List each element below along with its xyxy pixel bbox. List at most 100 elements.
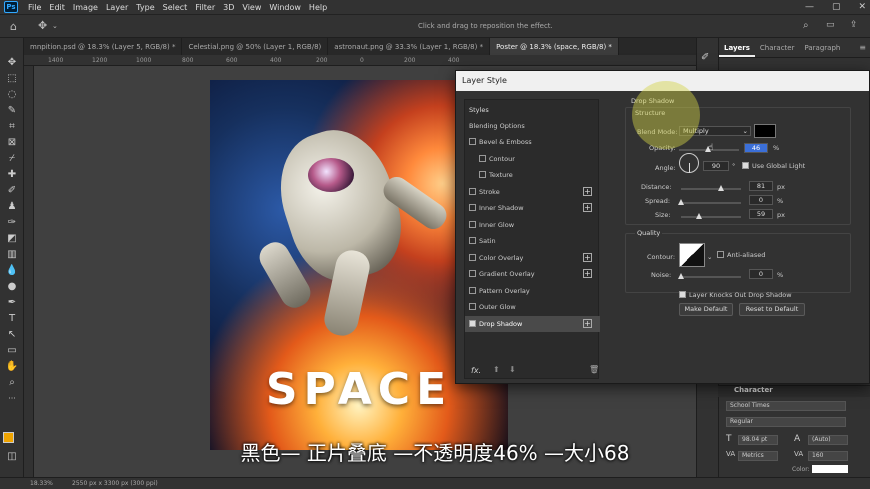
style-gradient-overlay[interactable]: Gradient Overlay + [465,266,600,282]
share-icon[interactable]: ⇪ [850,20,858,30]
slider-thumb[interactable] [696,213,702,219]
checkbox[interactable] [469,138,476,145]
spread-input[interactable]: 0 [749,195,773,205]
zoom-icon[interactable]: ⌕ [5,376,19,390]
tab-paragraph[interactable]: Paragraph [799,38,845,57]
style-blending-options[interactable]: Blending Options [465,118,600,134]
checkbox[interactable] [479,155,486,162]
menu-edit[interactable]: Edit [45,3,69,12]
fx-icon[interactable]: fx. [471,366,481,375]
marquee-icon[interactable]: ⬚ [5,72,19,86]
angle-dial[interactable] [679,153,699,173]
gradient-icon[interactable]: ▥ [5,248,19,262]
tab-character[interactable]: Character [755,38,800,57]
tab-poster[interactable]: Poster @ 18.3% (space, RGB/8) * [490,38,619,55]
slider-thumb[interactable] [678,199,684,205]
contour-preview[interactable] [679,243,705,267]
size-input[interactable]: 59 [749,209,773,219]
checkbox[interactable] [469,287,476,294]
text-color-swatch[interactable] [812,465,848,473]
noise-input[interactable]: 0 [749,269,773,279]
type-icon[interactable]: T [5,312,19,326]
stamp-icon[interactable]: ♟ [5,200,19,214]
reset-to-default-button[interactable]: Reset to Default [739,303,805,316]
font-style-field[interactable]: Regular [726,417,846,427]
slider-thumb[interactable] [678,273,684,279]
font-family-field[interactable]: School Times [726,401,846,411]
frame-icon[interactable]: ⊠ [5,136,19,150]
checkbox[interactable] [469,237,476,244]
angle-input[interactable]: 90 [703,161,729,171]
maximize-icon[interactable]: ▢ [832,2,841,12]
workspace-icon[interactable]: ▭ [826,20,835,30]
noise-slider[interactable] [678,273,741,279]
checkbox[interactable] [469,320,476,327]
quick-select-icon[interactable]: ✎ [5,104,19,118]
menu-window[interactable]: Window [265,3,305,12]
eraser-icon[interactable]: ◩ [5,232,19,246]
checkbox[interactable] [469,270,476,277]
menu-3d[interactable]: 3D [219,3,238,12]
distance-slider[interactable] [681,185,741,191]
tab-mnpition[interactable]: mnpition.psd @ 18.3% (Layer 5, RGB/8) * [24,38,183,55]
style-inner-glow[interactable]: Inner Glow [465,217,600,233]
trash-icon[interactable]: 🗑 [589,365,599,374]
history-brush-icon[interactable]: ✑ [5,216,19,230]
checkbox[interactable] [479,171,486,178]
opacity-input[interactable]: 46 [744,143,768,153]
minimize-icon[interactable]: — [805,2,814,12]
healing-icon[interactable]: ✚ [5,168,19,182]
panel-menu-icon[interactable]: ≡ [855,38,870,57]
tab-layers[interactable]: Layers [719,38,755,57]
rectangle-icon[interactable]: ▭ [5,344,19,358]
style-pattern-overlay[interactable]: Pattern Overlay [465,283,600,299]
checkbox[interactable] [469,221,476,228]
add-icon[interactable]: + [583,203,592,212]
style-texture[interactable]: Texture [465,167,600,183]
blend-mode-select[interactable]: Multiply ⌄ [679,126,751,136]
checkbox[interactable] [469,188,476,195]
anti-aliased-checkbox[interactable] [717,251,724,258]
hand-icon[interactable]: ✋ [5,360,19,374]
close-icon[interactable]: ✕ [858,2,866,12]
add-icon[interactable]: + [583,253,592,262]
menu-file[interactable]: File [24,3,45,12]
path-select-icon[interactable]: ↖ [5,328,19,342]
pen-icon[interactable]: ✒ [5,296,19,310]
distance-input[interactable]: 81 [749,181,773,191]
dodge-icon[interactable]: ● [5,280,19,294]
menu-filter[interactable]: Filter [191,3,219,12]
style-drop-shadow[interactable]: Drop Shadow + [465,316,600,332]
menu-view[interactable]: View [238,3,265,12]
style-satin[interactable]: Satin [465,233,600,249]
add-icon[interactable]: + [583,319,592,328]
knockout-checkbox[interactable] [679,291,686,298]
style-outer-glow[interactable]: Outer Glow [465,299,600,315]
tab-celestial[interactable]: Celestial.png @ 50% (Layer 1, RGB/8) [182,38,329,55]
style-contour[interactable]: Contour [465,151,600,167]
blur-icon[interactable]: 💧 [5,264,19,278]
style-stroke[interactable]: Stroke + [465,184,600,200]
move-down-icon[interactable]: ⬇ [509,365,516,374]
search-icon[interactable]: ⌕ [803,20,809,31]
menu-select[interactable]: Select [159,3,192,12]
make-default-button[interactable]: Make Default [679,303,733,316]
slider-thumb[interactable] [718,185,724,191]
spread-slider[interactable] [678,199,741,205]
brush-icon[interactable]: ✐ [5,184,19,198]
checkbox[interactable] [469,254,476,261]
menu-image[interactable]: Image [69,3,102,12]
move-tool-icon[interactable]: ✥ [38,19,47,32]
checkbox[interactable] [469,204,476,211]
more-tools-icon[interactable]: ··· [5,392,19,406]
eyedropper-icon[interactable]: ⌿ [5,152,19,166]
style-inner-shadow[interactable]: Inner Shadow + [465,200,600,216]
menu-type[interactable]: Type [132,3,158,12]
home-icon[interactable]: ⌂ [10,20,17,33]
add-icon[interactable]: + [583,187,592,196]
use-global-light-checkbox[interactable] [742,162,749,169]
shadow-color-swatch[interactable] [754,124,776,138]
style-color-overlay[interactable]: Color Overlay + [465,250,600,266]
move-up-icon[interactable]: ⬆ [493,365,500,374]
menu-layer[interactable]: Layer [102,3,132,12]
